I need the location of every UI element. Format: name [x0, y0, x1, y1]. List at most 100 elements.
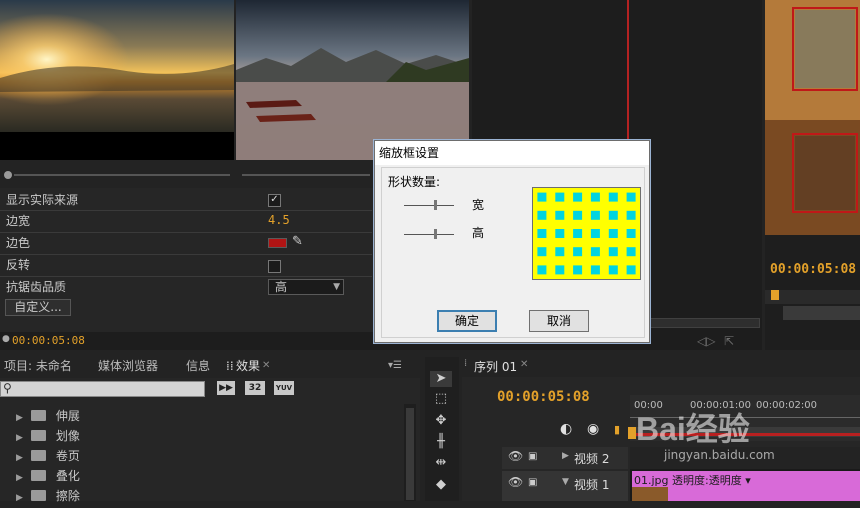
- sunset-thumbnail[interactable]: [0, 0, 234, 160]
- watermark-url: jingyan.baidu.com: [664, 448, 775, 462]
- folder-icon: [30, 470, 46, 481]
- sequence-timecode[interactable]: 00:00:05:08: [497, 389, 590, 405]
- program-zoom-bar[interactable]: [783, 306, 860, 320]
- height-slider[interactable]: [404, 229, 454, 241]
- grid-cell: [555, 192, 565, 202]
- lake-thumbnail[interactable]: [236, 0, 469, 160]
- list-item[interactable]: ▶ 划像: [16, 426, 80, 446]
- effects-search-input[interactable]: ⚲: [0, 381, 205, 397]
- mini-timeline-track-2: [242, 174, 370, 176]
- program-monitor[interactable]: 00:00:05:08: [765, 0, 860, 350]
- expand-arrow-icon[interactable]: ▶: [16, 448, 23, 468]
- width-slider[interactable]: [404, 200, 454, 212]
- width-slider-thumb[interactable]: [434, 200, 437, 210]
- cancel-button[interactable]: 取消: [529, 310, 589, 332]
- expand-arrow-icon[interactable]: ▶: [16, 408, 23, 428]
- close-icon[interactable]: ✕: [262, 355, 270, 377]
- tab-sequence[interactable]: 序列 01: [474, 358, 517, 375]
- border-width-value[interactable]: 4.5: [268, 213, 290, 227]
- ripple-edit-tool-icon[interactable]: ✥: [430, 413, 452, 429]
- add-marker-icon[interactable]: ◉: [587, 421, 599, 437]
- grid-cell: [590, 229, 600, 238]
- folder-icon: [30, 410, 46, 421]
- show-actual-source-label: 显示实际来源: [6, 193, 79, 207]
- filmstrip-icon[interactable]: ▣: [528, 451, 537, 462]
- folder-label: 卷页: [55, 449, 80, 463]
- grid-cell: [537, 265, 547, 275]
- lake-image: [236, 0, 469, 160]
- razor-tool-icon[interactable]: ◆: [430, 477, 452, 493]
- eye-icon[interactable]: 👁: [508, 449, 523, 463]
- export-icon[interactable]: ⇱: [724, 334, 734, 348]
- dialog-title: 缩放框设置: [375, 141, 649, 165]
- expand-arrow-icon[interactable]: ▶: [16, 428, 23, 448]
- divider: [0, 254, 372, 255]
- search-icon: ⚲: [3, 381, 12, 395]
- close-icon[interactable]: ✕: [520, 359, 528, 370]
- height-label: 高: [472, 226, 485, 240]
- effects-scrollbar-thumb[interactable]: [406, 408, 414, 500]
- program-scrubber[interactable]: [765, 290, 860, 304]
- horizontal-scrollbar[interactable]: [650, 318, 760, 328]
- border-color-label: 边色: [6, 236, 31, 250]
- tab-media-browser[interactable]: 媒体浏览器: [98, 355, 158, 377]
- list-item[interactable]: ▶ 叠化: [16, 466, 80, 486]
- export-frame-icon[interactable]: ◁▷: [697, 334, 715, 348]
- ok-button[interactable]: 确定: [437, 310, 497, 332]
- grid-cell: [537, 247, 547, 257]
- tab-project[interactable]: 项目: 未命名: [4, 355, 72, 377]
- collapse-track-icon[interactable]: ▼: [562, 477, 569, 487]
- list-item[interactable]: ▶ 伸展: [16, 406, 80, 426]
- show-actual-source-checkbox[interactable]: ✓: [268, 194, 281, 207]
- effects-panel: ⚲ ▶▶ 32 YUV ▶ 伸展 ▶ 划像 ▶ 卷页 ▶ 叠化 ▶ 擦除: [0, 378, 420, 503]
- filmstrip-icon[interactable]: ▣: [528, 477, 537, 488]
- bottom-left-tabs: 项目: 未命名 媒体浏览器 信息 ⁞⁞ 效果 ✕ ▾☰: [0, 355, 420, 377]
- tab-info[interactable]: 信息: [186, 355, 210, 377]
- divider: [0, 276, 372, 277]
- height-slider-thumb[interactable]: [434, 229, 437, 239]
- program-playhead-marker[interactable]: [771, 290, 779, 300]
- border-color-swatch[interactable]: [268, 238, 287, 248]
- rolling-edit-tool-icon[interactable]: ╫: [430, 434, 452, 450]
- tools-panel: ➤ ⬚ ✥ ╫ ⇹ ◆: [425, 357, 459, 501]
- eyedropper-icon[interactable]: ✎: [292, 234, 303, 249]
- snap-icon[interactable]: ◐: [560, 421, 572, 437]
- antialias-quality-label: 抗锯齿品质: [6, 280, 67, 294]
- 32bit-effects-icon[interactable]: 32: [245, 381, 265, 395]
- grid-cell: [608, 265, 618, 275]
- mini-timeline-handle[interactable]: [4, 171, 12, 179]
- invert-checkbox[interactable]: [268, 260, 281, 273]
- grid-cell: [537, 210, 547, 220]
- shape-count-label: 形状数量:: [388, 175, 441, 189]
- track-select-tool-icon[interactable]: ⬚: [430, 391, 452, 407]
- folder-label: 伸展: [55, 409, 80, 423]
- expand-arrow-icon[interactable]: ▶: [16, 488, 23, 508]
- grid-cell: [555, 247, 565, 257]
- folder-icon: [30, 430, 46, 441]
- expand-arrow-icon[interactable]: ▶: [16, 468, 23, 488]
- panel-menu-icon[interactable]: ▾☰: [388, 355, 402, 377]
- accelerated-effects-icon[interactable]: ▶▶: [217, 381, 235, 395]
- playhead-marker[interactable]: [628, 427, 636, 439]
- effects-scrollbar[interactable]: [404, 404, 416, 501]
- marker-icon[interactable]: ▮: [614, 423, 620, 436]
- custom-button[interactable]: 自定义...: [5, 299, 71, 316]
- chevron-down-icon: ▼: [333, 282, 340, 292]
- grid-cell: [608, 210, 618, 220]
- grid-cell: [537, 192, 547, 202]
- grid-cell: [537, 229, 547, 238]
- eye-icon[interactable]: 👁: [508, 475, 523, 489]
- grip-icon: ⁞: [464, 358, 468, 369]
- track-header-video2[interactable]: 👁 ▣ ▶ 视频 2: [502, 447, 628, 469]
- selection-tool-icon[interactable]: ➤: [430, 371, 452, 387]
- antialias-quality-select[interactable]: 高 ▼: [268, 279, 344, 295]
- sunset-image: [0, 0, 234, 160]
- list-item[interactable]: ▶ 擦除: [16, 486, 80, 506]
- tab-effects[interactable]: 效果: [236, 355, 260, 377]
- track-header-video1[interactable]: 👁 ▣ ▼ 视频 1: [502, 471, 628, 501]
- expand-track-icon[interactable]: ▶: [562, 451, 569, 461]
- fx-timecode[interactable]: 00:00:05:08: [12, 334, 85, 347]
- rate-stretch-tool-icon[interactable]: ⇹: [430, 455, 452, 471]
- yuv-effects-icon[interactable]: YUV: [274, 381, 294, 395]
- list-item[interactable]: ▶ 卷页: [16, 446, 80, 466]
